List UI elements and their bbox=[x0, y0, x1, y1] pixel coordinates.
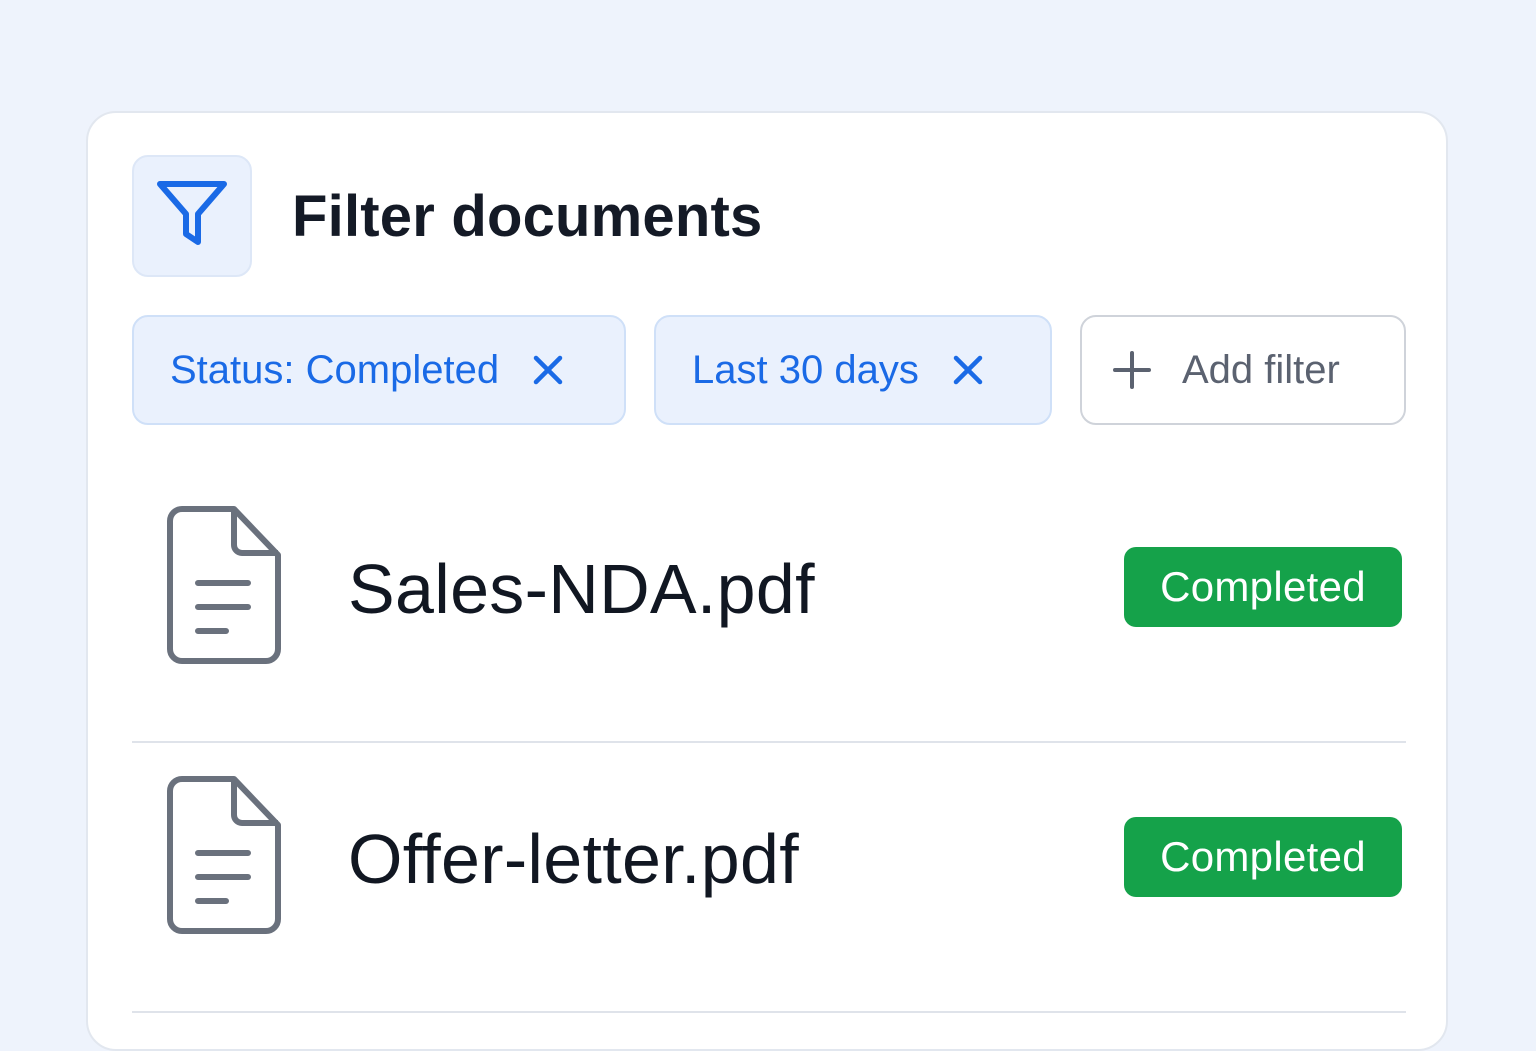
close-icon[interactable] bbox=[953, 355, 983, 385]
add-filter-label: Add filter bbox=[1182, 347, 1340, 392]
close-icon[interactable] bbox=[533, 355, 563, 385]
plus-icon bbox=[1112, 350, 1152, 390]
panel-header: Filter documents bbox=[132, 155, 763, 277]
file-document-icon bbox=[166, 505, 282, 665]
file-document-icon bbox=[166, 775, 282, 935]
filter-chip-label: Last 30 days bbox=[692, 347, 919, 392]
filter-chips: Status: Completed Last 30 days Add filte… bbox=[132, 315, 1406, 425]
document-name[interactable]: Sales-NDA.pdf bbox=[348, 549, 815, 629]
document-row[interactable]: Sales-NDA.pdf Completed bbox=[132, 473, 1406, 743]
add-filter-button[interactable]: Add filter bbox=[1080, 315, 1406, 425]
filter-badge bbox=[132, 155, 252, 277]
filter-chip-label: Status: Completed bbox=[170, 347, 500, 392]
filter-icon bbox=[154, 178, 230, 255]
filter-chip-status[interactable]: Status: Completed bbox=[132, 315, 626, 425]
filter-chip-date-range[interactable]: Last 30 days bbox=[654, 315, 1052, 425]
filter-panel: Filter documents Status: Completed Last … bbox=[86, 111, 1448, 1051]
document-list: Sales-NDA.pdf Completed Offer-letter.pdf… bbox=[132, 473, 1406, 1013]
status-badge: Completed bbox=[1124, 547, 1402, 627]
document-name[interactable]: Offer-letter.pdf bbox=[348, 819, 799, 899]
status-badge: Completed bbox=[1124, 817, 1402, 897]
document-row[interactable]: Offer-letter.pdf Completed bbox=[132, 743, 1406, 1013]
page-title: Filter documents bbox=[292, 183, 763, 249]
